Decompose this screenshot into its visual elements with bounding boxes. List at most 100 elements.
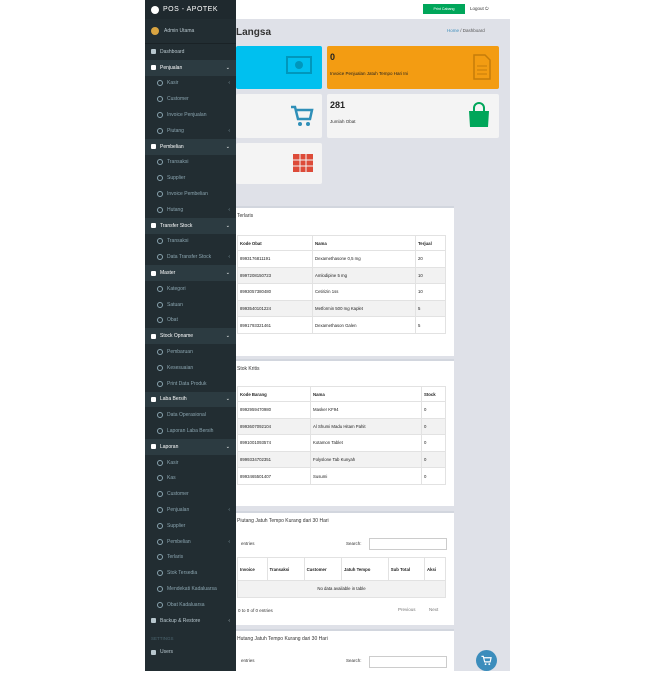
sidebar-item-satuan[interactable]: Satuan [145, 297, 236, 313]
circle-icon [157, 380, 163, 387]
sidebar-item-label: Stok Tersedia [167, 570, 198, 577]
sidebar-item-stok-tersedia[interactable]: Stok Tersedia [145, 565, 236, 581]
table-header[interactable]: Nama [310, 386, 422, 402]
sidebar-item-kas[interactable]: Kas [145, 471, 236, 487]
table-header[interactable]: Jatuh Tempo [340, 557, 389, 581]
circle-icon [157, 459, 163, 466]
sidebar-item-invoice-pembelian[interactable]: Invoice Pembelian [145, 186, 236, 202]
chevron-left-icon: ‹ [228, 538, 230, 545]
sidebar-item-laba-bersih[interactable]: Laba Bersih ⌄ [145, 391, 236, 408]
chevron-left-icon: ‹ [228, 80, 230, 87]
sidebar-item-label: Transaksi [167, 159, 189, 166]
menu-icon [151, 618, 156, 624]
sidebar-item-penjualan[interactable]: Penjualan ‹ [145, 502, 236, 518]
sidebar-item-label: Pembaruan [167, 349, 193, 356]
table-header[interactable]: Nama [312, 235, 416, 251]
brand-name: POS - APOTEK [163, 6, 219, 13]
sidebar-item-label: Customer [167, 96, 189, 103]
sidebar-item-mendekati-kadaluarsa[interactable]: Mendekati Kadaluarsa [145, 581, 236, 597]
sidebar-item-print-data-produk[interactable]: Print Data Produk [145, 376, 236, 392]
sidebar-item-transaksi[interactable]: Transaksi [145, 234, 236, 250]
money-icon [286, 56, 312, 74]
sidebar-item-label: Kategori [167, 285, 186, 292]
breadcrumb-home[interactable]: Home [447, 28, 459, 33]
print-cabang-button[interactable]: Print Cabang [423, 4, 465, 14]
sidebar-item-transfer-stock[interactable]: Transfer Stock ⌄ [145, 217, 236, 234]
breadcrumb-current: Dashboard [462, 28, 485, 33]
hutang-search-input[interactable] [369, 656, 447, 668]
sidebar-item-dashboard[interactable]: Dashboard [145, 44, 236, 60]
table-cell: 8993540101224 [237, 299, 313, 318]
sidebar-item-customer[interactable]: Customer [145, 91, 236, 107]
sidebar-item-penjualan[interactable]: Penjualan ⌄ [145, 59, 236, 76]
menu-icon [151, 270, 156, 276]
table-header[interactable]: Kode Barang [237, 386, 311, 402]
circle-icon [157, 364, 163, 371]
sidebar-item-stock-opname[interactable]: Stock Opname ⌄ [145, 328, 236, 345]
sidebar-item-hutang[interactable]: Hutang ‹ [145, 202, 236, 218]
sidebar-item-kasir[interactable]: Kasir ‹ [145, 76, 236, 92]
sidebar-item-kasir[interactable]: Kasir [145, 455, 236, 471]
stok-title: Stok Kritis [237, 366, 260, 372]
sidebar-item-data-operasional[interactable]: Data Operasional [145, 407, 236, 423]
piutang-table: Invoice Transaksi Customer Jatuh Tempo S… [237, 557, 447, 598]
previous-button[interactable]: Previous [398, 607, 416, 612]
stok-panel: Stok Kritis Kode Barang Nama Stock 8992959… [236, 359, 454, 506]
chevron-left-icon: ‹ [228, 617, 230, 624]
sidebar-item-transaksi[interactable]: Transaksi [145, 155, 236, 171]
sidebar-item-pembelian[interactable]: Pembelian ‹ [145, 534, 236, 550]
sidebar-item-laporan[interactable]: Laporan ⌄ [145, 438, 236, 455]
floating-cart-button[interactable] [476, 650, 497, 671]
sidebar-item-customer[interactable]: Customer [145, 486, 236, 502]
table-header[interactable]: Stock [421, 386, 446, 402]
sidebar-item-invoice-penjualan[interactable]: Invoice Penjualan [145, 107, 236, 123]
sidebar-item-label: Transfer Stock [160, 222, 193, 229]
terlaris-panel: Terlaris Kode Obat Nama Terjual 8993176811… [236, 206, 454, 356]
sidebar-item-supplier[interactable]: Supplier [145, 170, 236, 186]
sidebar-item-kesesuaian[interactable]: Kesesuaian [145, 360, 236, 376]
sidebar-item-backup-restore[interactable]: Backup & Restore ‹ [145, 613, 236, 629]
next-button[interactable]: Next [429, 607, 438, 612]
circle-icon [157, 96, 163, 103]
sidebar-item-pembaruan[interactable]: Pembaruan [145, 344, 236, 360]
table-header[interactable]: Kode Obat [237, 235, 313, 251]
menu-icon [151, 333, 156, 339]
table-cell: 8999334702351 [237, 450, 311, 469]
sidebar-item-users[interactable]: Users [145, 644, 236, 660]
sidebar-item-data-transfer-stock[interactable]: Data Transfer Stock ‹ [145, 249, 236, 265]
sidebar-item-terlaris[interactable]: Terlaris [145, 550, 236, 566]
sidebar-item-kategori[interactable]: Kategori [145, 281, 236, 297]
circle-icon [157, 475, 163, 482]
stok-table: Kode Barang Nama Stock 8992959470980 Masker… [237, 386, 446, 485]
circle-icon [157, 127, 163, 134]
sidebar-item-label: Hutang [167, 206, 184, 213]
table-header[interactable]: Transaksi [266, 557, 305, 581]
terlaris-table: Kode Obat Nama Terjual 8993176811191 Dexame… [237, 235, 446, 334]
sidebar-item-master[interactable]: Master ⌄ [145, 265, 236, 281]
table-header[interactable]: Aksi [423, 557, 447, 581]
table-header[interactable]: Sub Total [387, 557, 425, 581]
table-cell: 0 [421, 467, 446, 485]
table-header[interactable]: Terjual [415, 235, 446, 251]
sidebar: POS - APOTEK Admin Utama Dashboard Penjua… [145, 0, 236, 671]
logout-link[interactable]: Logout ⏻ [470, 6, 489, 11]
jumlah-obat-caption: Jumlah Obat [330, 119, 356, 124]
table-cell: 8993607092104 [237, 417, 311, 436]
sidebar-item-obat[interactable]: Obat [145, 313, 236, 329]
sidebar-item-supplier[interactable]: Supplier [145, 518, 236, 534]
sidebar-item-pembelian[interactable]: Pembelian ⌄ [145, 138, 236, 155]
users-icon [151, 649, 156, 655]
sidebar-item-piutang[interactable]: Piutang ‹ [145, 123, 236, 139]
table-cell: 20 [415, 250, 446, 268]
table-header[interactable]: Customer [303, 557, 342, 581]
sidebar-item-obat-kadaluarsa[interactable]: Obat Kadaluarsa [145, 597, 236, 613]
chevron-down-icon: ⌄ [225, 270, 230, 277]
table-cell: Dexamethasone 0,5 mg [312, 250, 416, 268]
sidebar-item-laporan-laba-bersih[interactable]: Laporan Laba Bersih [145, 423, 236, 439]
brand[interactable]: POS - APOTEK [145, 0, 236, 19]
table-header[interactable]: Invoice [237, 557, 268, 581]
piutang-search-input[interactable] [369, 538, 447, 550]
table-cell: 8991793321461 [237, 316, 313, 334]
circle-icon [157, 238, 163, 245]
piutang-panel: Piutang Jatuh Tempo Kurang dari 30 Hari … [236, 511, 454, 625]
